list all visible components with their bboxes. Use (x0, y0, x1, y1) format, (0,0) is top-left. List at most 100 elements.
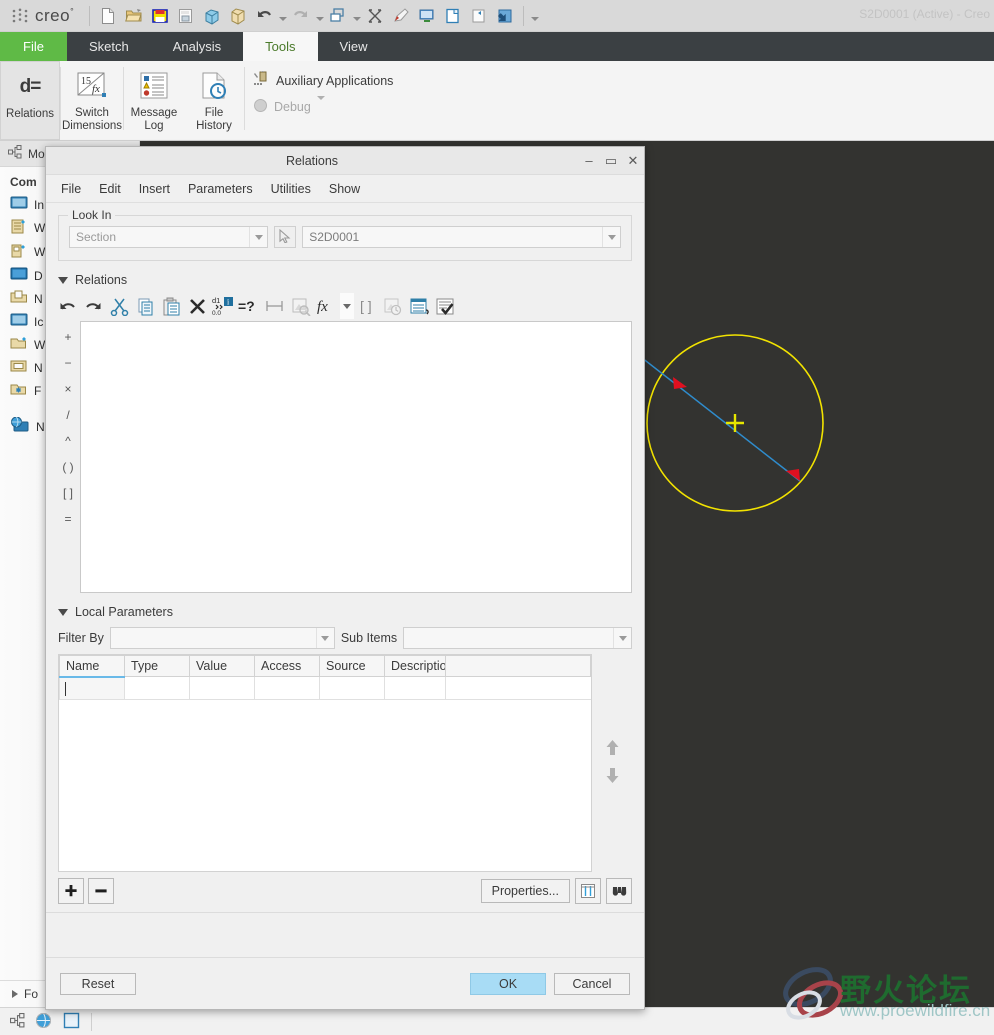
column-header-source[interactable]: Source (319, 655, 385, 677)
menu-insert[interactable]: Insert (130, 179, 179, 199)
maximize-button[interactable]: ▭ (600, 149, 622, 173)
copy-icon[interactable] (132, 293, 158, 319)
cell-source[interactable] (319, 676, 385, 700)
undo-icon[interactable] (252, 4, 276, 28)
chevron-down-icon[interactable] (602, 227, 620, 247)
insert-dimension-icon[interactable] (262, 293, 288, 319)
column-header-type[interactable]: Type (124, 655, 190, 677)
chevron-down-icon[interactable] (249, 227, 267, 247)
menu-utilities[interactable]: Utilities (262, 179, 320, 199)
model-tree-toggle-icon[interactable] (10, 1012, 25, 1031)
chevron-down-icon[interactable] (613, 628, 631, 648)
save-icon[interactable] (148, 4, 172, 28)
dialog-title-bar[interactable]: Relations – ▭ ✕ (46, 147, 644, 175)
ribbon-item-auxiliary-applications[interactable]: Auxiliary Applications (253, 71, 393, 90)
switch-dimensions-icon[interactable]: d1 0.0 i (210, 293, 236, 319)
cell-type[interactable] (124, 676, 190, 700)
ribbon-button-message-log[interactable]: Message Log (124, 61, 184, 140)
parameter-list-icon[interactable] (406, 293, 432, 319)
menu-parameters[interactable]: Parameters (179, 179, 262, 199)
ribbon-item-debug[interactable]: Debug (253, 96, 393, 116)
ribbon-button-switch-dimensions[interactable]: 15 fx Switch Dimensions (61, 61, 123, 140)
reset-button[interactable]: Reset (60, 972, 136, 995)
column-header-value[interactable]: Value (189, 655, 255, 677)
erase-icon[interactable] (363, 4, 387, 28)
redo-icon[interactable] (80, 293, 106, 319)
cell-name[interactable] (59, 675, 125, 700)
browser-toggle-icon[interactable] (35, 1012, 52, 1032)
binoculars-icon[interactable] (606, 878, 632, 904)
tab-analysis[interactable]: Analysis (151, 32, 243, 61)
operator-power[interactable]: ^ (58, 428, 78, 454)
filter-by-combo[interactable] (109, 627, 335, 649)
window-switch-icon[interactable] (467, 4, 491, 28)
undo-icon[interactable] (54, 293, 80, 319)
local-parameters-section-header[interactable]: Local Parameters (58, 605, 644, 619)
chevron-down-icon[interactable] (315, 628, 334, 648)
function-icon[interactable]: fx (314, 293, 340, 319)
delete-icon[interactable] (184, 293, 210, 319)
function-dropdown-icon[interactable] (340, 293, 354, 319)
verify-icon[interactable] (432, 293, 458, 319)
minimize-button[interactable]: – (578, 149, 600, 173)
ribbon-button-relations[interactable]: d= Relations (0, 61, 60, 140)
cancel-button[interactable]: Cancel (554, 972, 630, 995)
tab-view[interactable]: View (318, 32, 390, 61)
menu-edit[interactable]: Edit (90, 179, 130, 199)
paint-icon[interactable] (389, 4, 413, 28)
insert-from-list-icon[interactable] (288, 293, 314, 319)
redo-icon[interactable] (289, 4, 313, 28)
cell-value[interactable] (189, 676, 255, 700)
export-icon[interactable] (493, 4, 517, 28)
new-icon[interactable] (96, 4, 120, 28)
close-window-icon[interactable] (200, 4, 224, 28)
sub-items-combo[interactable] (403, 627, 632, 649)
new-window-icon[interactable] (441, 4, 465, 28)
operator-parentheses[interactable]: ( ) (58, 454, 78, 480)
cell-access[interactable] (254, 676, 320, 700)
paste-icon[interactable] (158, 293, 184, 319)
regenerate-icon[interactable] (326, 4, 350, 28)
move-down-button[interactable] (605, 767, 620, 787)
verify-relations-icon[interactable]: =? (236, 293, 262, 319)
columns-icon[interactable] (575, 878, 601, 904)
cell-description[interactable] (384, 676, 446, 700)
units-icon[interactable]: [ ] (354, 293, 380, 319)
operator-brackets[interactable]: [ ] (58, 480, 78, 506)
properties-button[interactable]: Properties... (480, 879, 570, 903)
column-header-name[interactable]: Name (59, 655, 125, 677)
ok-button[interactable]: OK (470, 972, 546, 995)
cut-icon[interactable] (106, 293, 132, 319)
menu-file[interactable]: File (52, 179, 90, 199)
ribbon-button-file-history[interactable]: File History (184, 61, 244, 140)
copy-window-icon[interactable] (226, 4, 250, 28)
menu-show[interactable]: Show (320, 179, 369, 199)
relations-section-header[interactable]: Relations (58, 273, 644, 287)
close-button[interactable]: ✕ (622, 149, 644, 173)
operator-minus[interactable]: − (58, 350, 78, 376)
column-header-access[interactable]: Access (254, 655, 320, 677)
regenerate-dropdown-icon[interactable] (351, 4, 362, 28)
window-toggle-icon[interactable] (62, 1011, 81, 1033)
look-in-type-combo[interactable]: Section (69, 226, 269, 248)
chevron-down-icon[interactable] (316, 96, 325, 114)
tab-tools[interactable]: Tools (243, 32, 318, 61)
tab-file[interactable]: File (0, 32, 67, 61)
operator-multiply[interactable]: × (58, 376, 78, 402)
relations-text-editor[interactable] (80, 321, 632, 593)
undo-dropdown-icon[interactable] (277, 4, 288, 28)
look-in-object-combo[interactable]: S2D0001 (302, 226, 621, 248)
display-style-icon[interactable] (415, 4, 439, 28)
qat-overflow-icon[interactable] (529, 4, 540, 28)
column-header-description[interactable]: Descriptio (384, 655, 446, 677)
history-icon[interactable] (380, 293, 406, 319)
tab-sketch[interactable]: Sketch (67, 32, 151, 61)
redo-dropdown-icon[interactable] (314, 4, 325, 28)
operator-plus[interactable]: + (58, 324, 78, 350)
operator-equals[interactable]: = (58, 506, 78, 532)
remove-parameter-button[interactable] (88, 878, 114, 904)
open-icon[interactable] (122, 4, 146, 28)
add-parameter-button[interactable] (58, 878, 84, 904)
operator-divide[interactable]: / (58, 402, 78, 428)
look-in-picker-button[interactable] (274, 226, 297, 248)
